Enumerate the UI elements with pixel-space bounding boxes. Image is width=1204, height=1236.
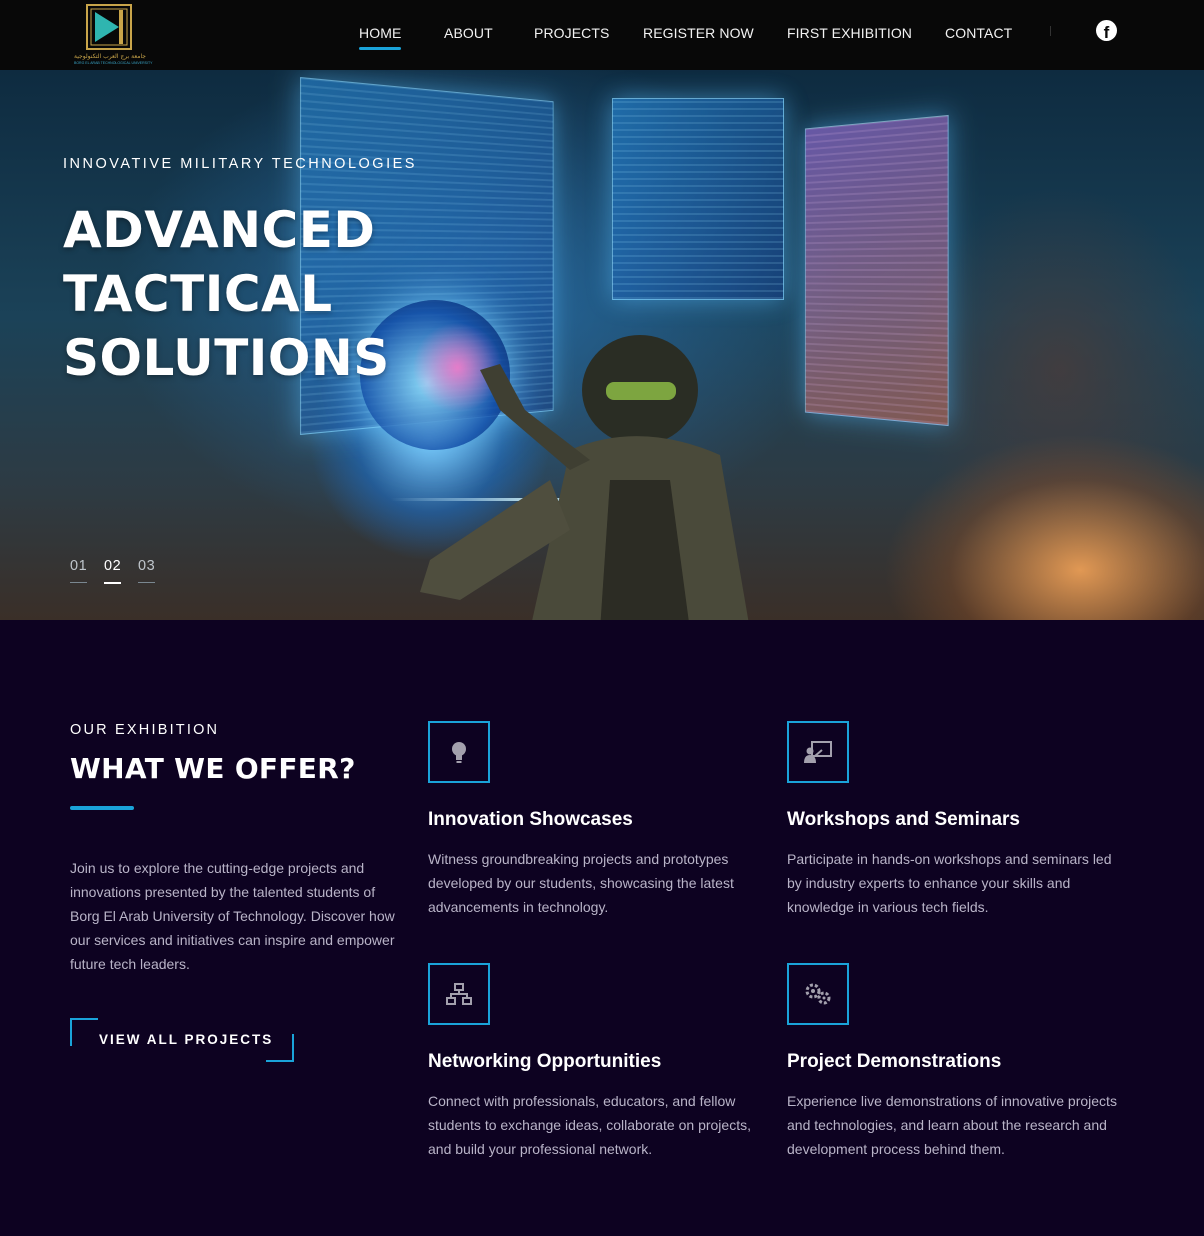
view-all-projects-button[interactable]: VIEW ALL PROJECTS	[70, 1018, 294, 1062]
offer-card-icon-box	[428, 963, 490, 1025]
nav-about-link[interactable]: ABOUT	[444, 25, 493, 41]
hero-title-line: ADVANCED	[63, 201, 376, 259]
logo-arabic-text: جامعة برج العرب التكنولوجية	[74, 53, 146, 60]
logo-english-text: BORG EL ARAB TECHNOLOGICAL UNIVERSITY	[74, 61, 153, 65]
university-logo[interactable]: جامعة برج العرب التكنولوجية BORG EL ARAB…	[74, 4, 153, 65]
offer-card-text: Participate in hands-on workshops and se…	[787, 851, 1112, 915]
slide-indicator-2[interactable]: 02	[104, 558, 122, 584]
network-icon	[446, 983, 472, 1005]
hero-title-line: SOLUTIONS	[63, 329, 390, 387]
offer-card-title: Project Demonstrations	[787, 1051, 1002, 1072]
offer-card-demonstrations: Project Demonstrations Experience live d…	[787, 963, 1127, 1163]
nav-divider	[1050, 26, 1051, 36]
logo-emblem-icon	[86, 4, 132, 50]
offer-card-innovation: Innovation Showcases Witness groundbreak…	[428, 721, 768, 921]
hologram-screen-center	[612, 98, 784, 300]
nav-projects-link[interactable]: PROJECTS	[534, 25, 609, 41]
offer-card-icon-box	[428, 721, 490, 783]
section-intro: Join us to explore the cutting-edge proj…	[70, 860, 395, 972]
presentation-board-icon	[804, 741, 832, 763]
slide-indicator-1[interactable]: 01	[70, 558, 88, 583]
nav-register-link[interactable]: REGISTER NOW	[643, 25, 754, 41]
nav-home-link[interactable]: HOME	[359, 25, 402, 50]
lightbulb-icon	[452, 742, 466, 763]
title-underline	[70, 806, 134, 810]
cta-corner-top-left	[70, 1018, 98, 1046]
slide-indicator-3[interactable]: 03	[138, 558, 156, 583]
offer-card-title: Networking Opportunities	[428, 1051, 662, 1072]
hologram-screen-right	[804, 114, 949, 427]
hero-title: ADVANCED TACTICAL SOLUTIONS	[63, 198, 483, 390]
hero-title-line: TACTICAL	[63, 265, 333, 323]
section-eyebrow: OUR EXHIBITION	[70, 722, 220, 738]
section-title: WHAT WE OFFER?	[70, 752, 356, 785]
offer-card-icon-box	[787, 721, 849, 783]
offer-card-workshops: Workshops and Seminars Participate in ha…	[787, 721, 1127, 921]
cta-label: VIEW ALL PROJECTS	[99, 1032, 274, 1047]
offer-card-text: Experience live demonstrations of innova…	[787, 1093, 1117, 1157]
offer-card-icon-box	[787, 963, 849, 1025]
offer-card-title: Workshops and Seminars	[787, 809, 1020, 830]
top-navbar: جامعة برج العرب التكنولوجية BORG EL ARAB…	[0, 0, 1204, 71]
hero-banner: INNOVATIVE MILITARY TECHNOLOGIES ADVANCE…	[0, 70, 1204, 620]
nav-contact-link[interactable]: CONTACT	[945, 25, 1012, 41]
offer-card-networking: Networking Opportunities Connect with pr…	[428, 963, 768, 1163]
offer-card-title: Innovation Showcases	[428, 809, 633, 830]
hero-kicker: INNOVATIVE MILITARY TECHNOLOGIES	[63, 156, 417, 172]
offer-card-text: Connect with professionals, educators, a…	[428, 1093, 751, 1157]
gears-icon	[805, 983, 831, 1005]
nav-first-exhibition-link[interactable]: FIRST EXHIBITION	[787, 25, 912, 41]
offer-card-text: Witness groundbreaking projects and prot…	[428, 851, 734, 915]
facebook-icon[interactable]: f	[1096, 20, 1117, 41]
